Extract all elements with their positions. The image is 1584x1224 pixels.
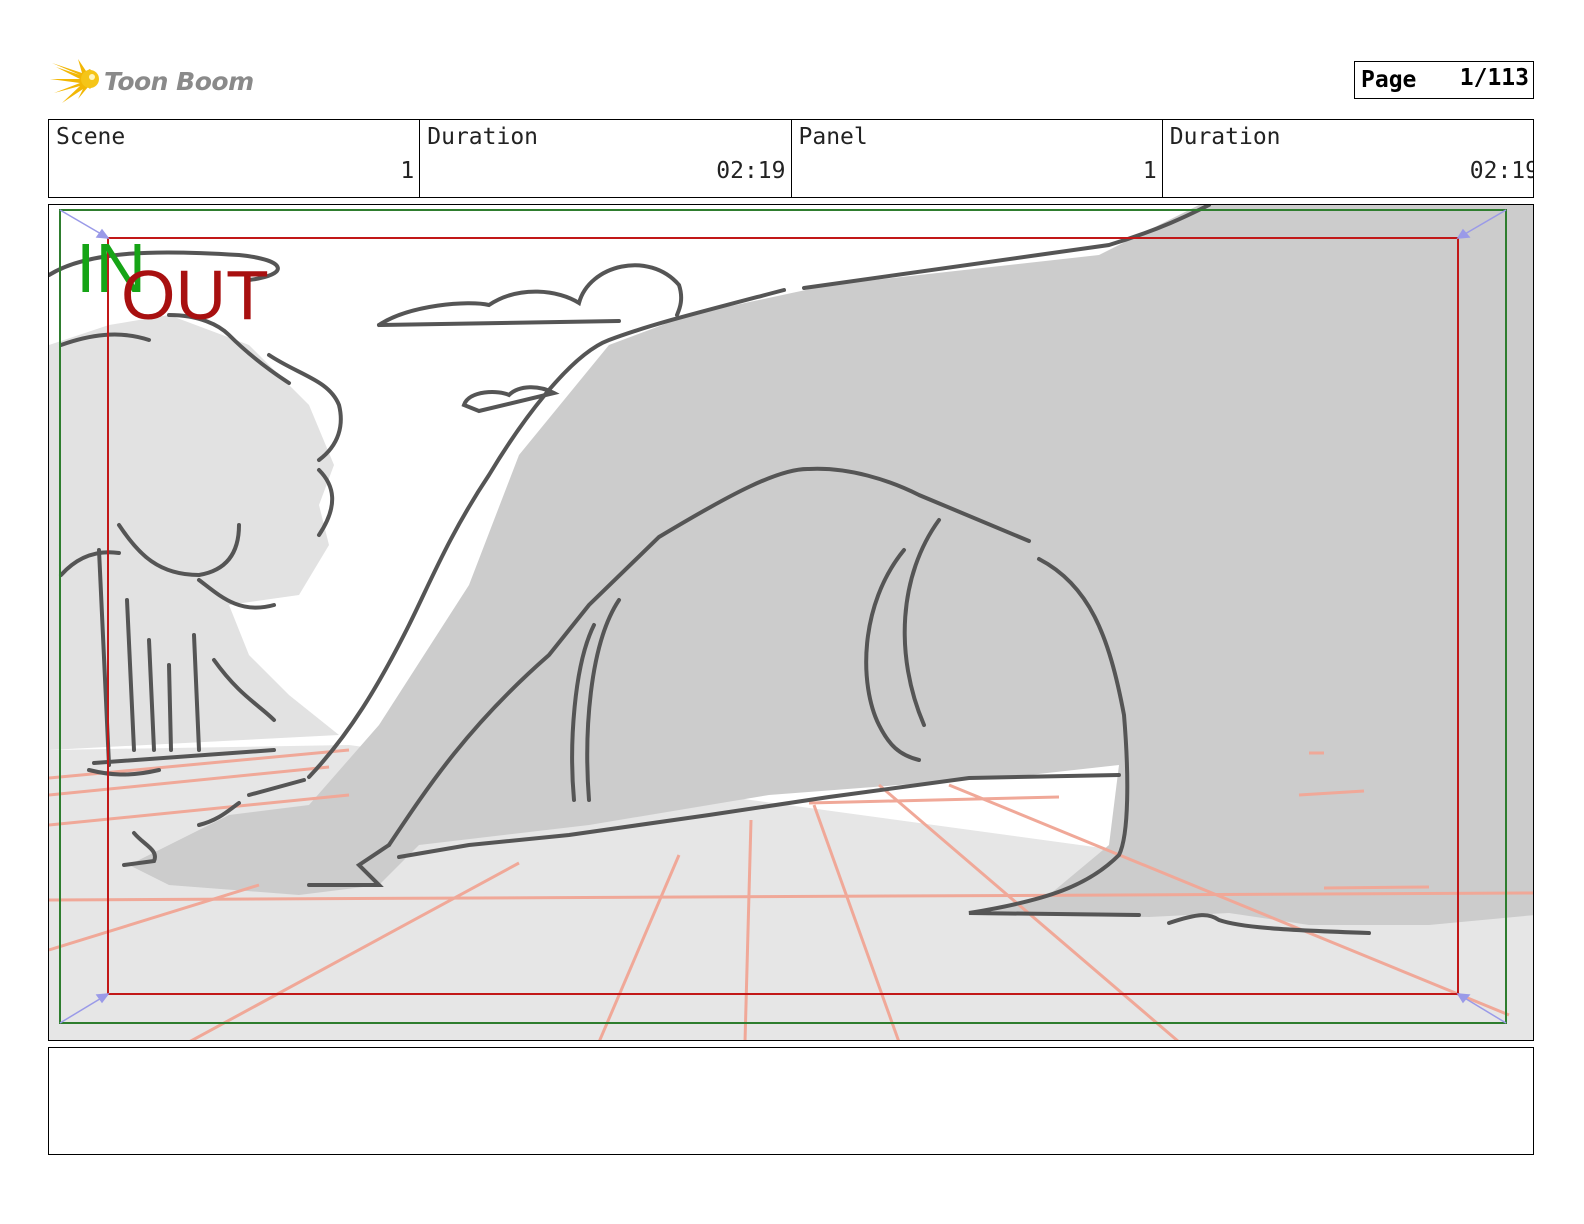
scene-duration-label: Duration: [427, 124, 539, 150]
panel-duration-value: 02:19: [1469, 158, 1533, 184]
starburst-icon: [50, 59, 99, 103]
panel-label: Panel: [798, 124, 868, 150]
scene-duration-cell: Duration 02:19: [420, 120, 792, 197]
storyboard-panel-image: IN OUT: [48, 204, 1534, 1041]
scene-cell: Scene 1: [49, 120, 421, 197]
page-indicator: Page 1/113: [1354, 61, 1534, 99]
panel-cell: Panel 1: [792, 120, 1163, 197]
tree-fill: [49, 315, 339, 750]
scene-duration-value: 02:19: [716, 158, 786, 184]
panel-duration-cell: Duration 02:19: [1163, 120, 1533, 197]
page-number: 1/113: [1459, 65, 1529, 91]
toon-boom-logo: Toon Boom: [50, 55, 254, 107]
out-marker: OUT: [121, 256, 269, 334]
panel-value: 1: [1142, 158, 1157, 184]
scene-value: 1: [400, 158, 415, 184]
logo-text: Toon Boom: [104, 67, 254, 96]
page-label: Page: [1361, 67, 1417, 93]
panel-sketch: [49, 205, 1533, 1040]
panel-duration-label: Duration: [1169, 124, 1281, 150]
panel-notes-box: [48, 1047, 1534, 1155]
scene-label: Scene: [56, 124, 126, 150]
panel-info-table: Scene 1 Duration 02:19 Panel 1 Duration …: [48, 119, 1534, 198]
